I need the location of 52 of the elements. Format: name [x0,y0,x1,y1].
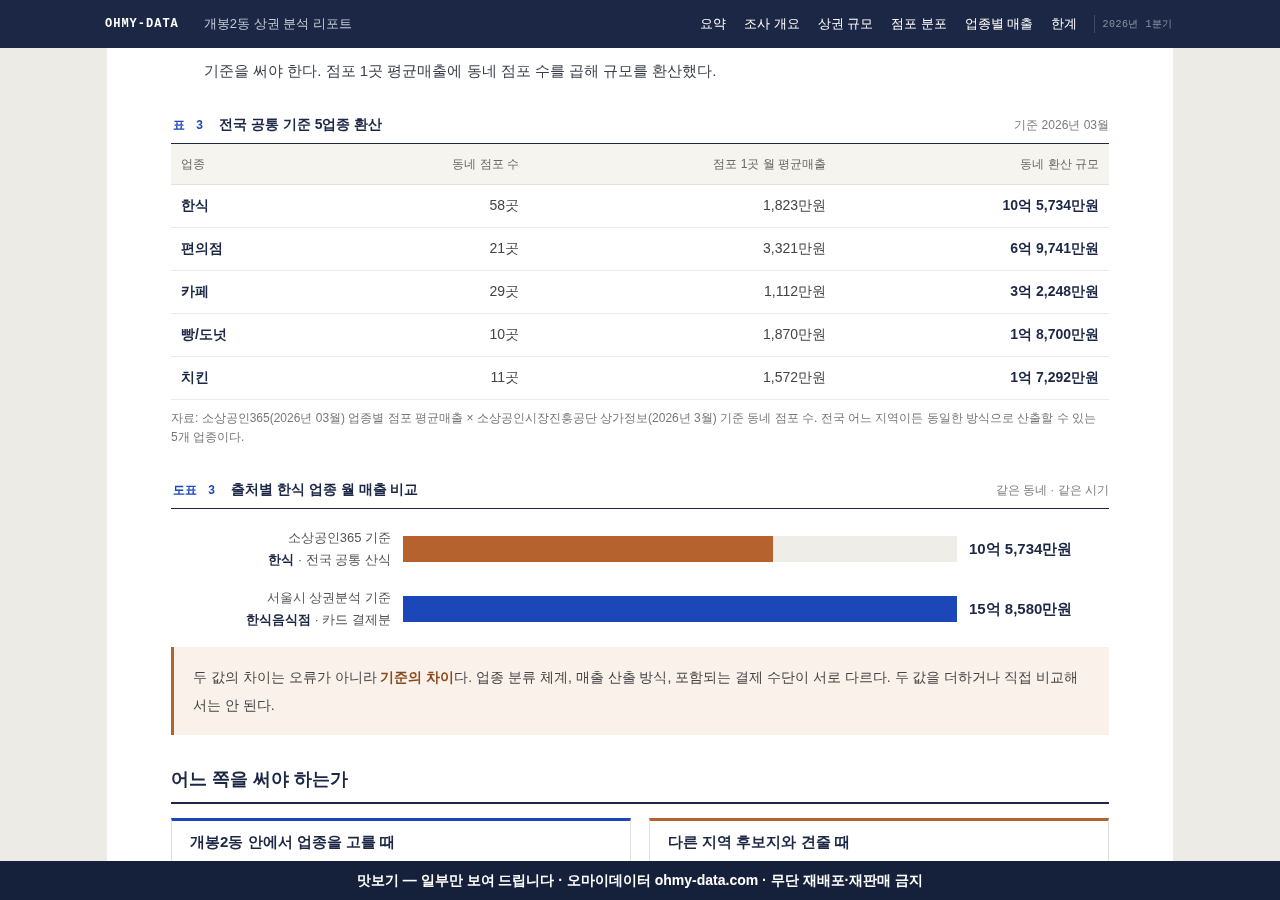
bar-value: 10억 5,734만원 [969,539,1074,559]
nav-link[interactable]: 점포 분포 [891,15,947,33]
column-header: 업종 [171,144,341,185]
figure-meta: 같은 동네 · 같은 시기 [995,482,1109,499]
table-cell: 10억 5,734만원 [836,184,1109,228]
bar-value: 15억 8,580만원 [969,599,1074,619]
table-cell: 1,870만원 [529,313,836,357]
period-label: 2026년 1분기 [1102,18,1173,31]
table-label: 표 3 [172,117,203,134]
site-logo[interactable]: OHMY-DATA [105,17,179,31]
nav-link[interactable]: 상권 규모 [817,15,874,33]
nav-link[interactable]: 한계 [1051,15,1078,33]
table-date: 기준 2026년 03월 [1014,117,1109,134]
figure-title: 출처별 한식 업종 월 매출 비교 [231,481,419,499]
table-cell: 1,112만원 [529,270,836,314]
table-cell: 카페 [171,270,341,314]
section-heading: 어느 쪽을 써야 하는가 [171,767,1109,804]
bar-source-label: 서울시 상권분석 기준 [266,589,391,607]
table-cell: 1억 8,700만원 [836,313,1109,357]
footer-banner: 맛보기 — 일부만 보여 드립니다 · 오마이데이터 ohmy-data.com · 무단 재배포·재판매 금지 [0,861,1280,900]
body-paragraph: 기준을 써야 한다. 점포 1곳 평균매출에 동네 점포 수를 곱해 규모를 환산했다. [203,61,718,81]
bar-detail-label: 한식음식점 · 카드 결제분 [245,611,391,629]
table-title: 전국 공통 기준 5업종 환산 [219,116,383,134]
column-header: 점포 1곳 월 평균매출 [529,144,836,185]
table-cell: 29곳 [341,270,529,314]
table-cell: 빵/도넛 [171,313,341,357]
card-title: 개봉2동 안에서 업종을 고를 때 [190,833,396,852]
table-cell: 1,572만원 [529,356,836,400]
callout-text: 두 값의 차이는 오류가 아니라 기준의 차이다. 업종 분류 체계, 매출 산출 방식, 포함되는 결제 수단이 서로 다르다. 두 값을 더하거나 직접 비교해서는 안 된다. [193,668,1079,715]
bar-source-label: 소상공인365 기준 [287,529,391,547]
table-cell: 치킨 [171,356,341,400]
table-cell: 3억 2,248만원 [836,270,1109,314]
table-cell: 11곳 [341,356,529,400]
bar-detail-label: 한식 · 전국 공통 산식 [268,551,391,569]
table-cell: 10곳 [341,313,529,357]
table-cell: 3,321만원 [529,227,836,271]
column-header: 동네 점포 수 [341,144,529,185]
table-cell: 6억 9,741만원 [836,227,1109,271]
report-title: 개봉2동 상권 분석 리포트 [203,15,352,33]
card-title: 다른 지역 후보지와 견줄 때 [668,833,851,852]
figure-label: 도표 3 [172,482,215,499]
source-note: 자료: 소상공인365(2026년 03월) 업종별 점포 평균매출 × 소상공인시장진흥공단 상가정보(2026년 3월) 기준 동네 점포 수. 전국 어느 지역이든 동일한 방식으로 산출할 수 있는 5개 업종이다. [171,410,1098,446]
table-cell: 한식 [171,184,341,228]
table-cell: 21곳 [341,227,529,271]
nav-link[interactable]: 요약 [700,15,726,33]
column-header: 동네 환산 규모 [836,144,1109,185]
table-cell: 58곳 [341,184,529,228]
nav-link[interactable]: 업종별 매출 [964,15,1034,33]
nav-link[interactable]: 조사 개요 [744,15,800,33]
table-cell: 1억 7,292만원 [836,356,1109,400]
table-cell: 1,823만원 [529,184,836,228]
table-cell: 편의점 [171,227,341,271]
